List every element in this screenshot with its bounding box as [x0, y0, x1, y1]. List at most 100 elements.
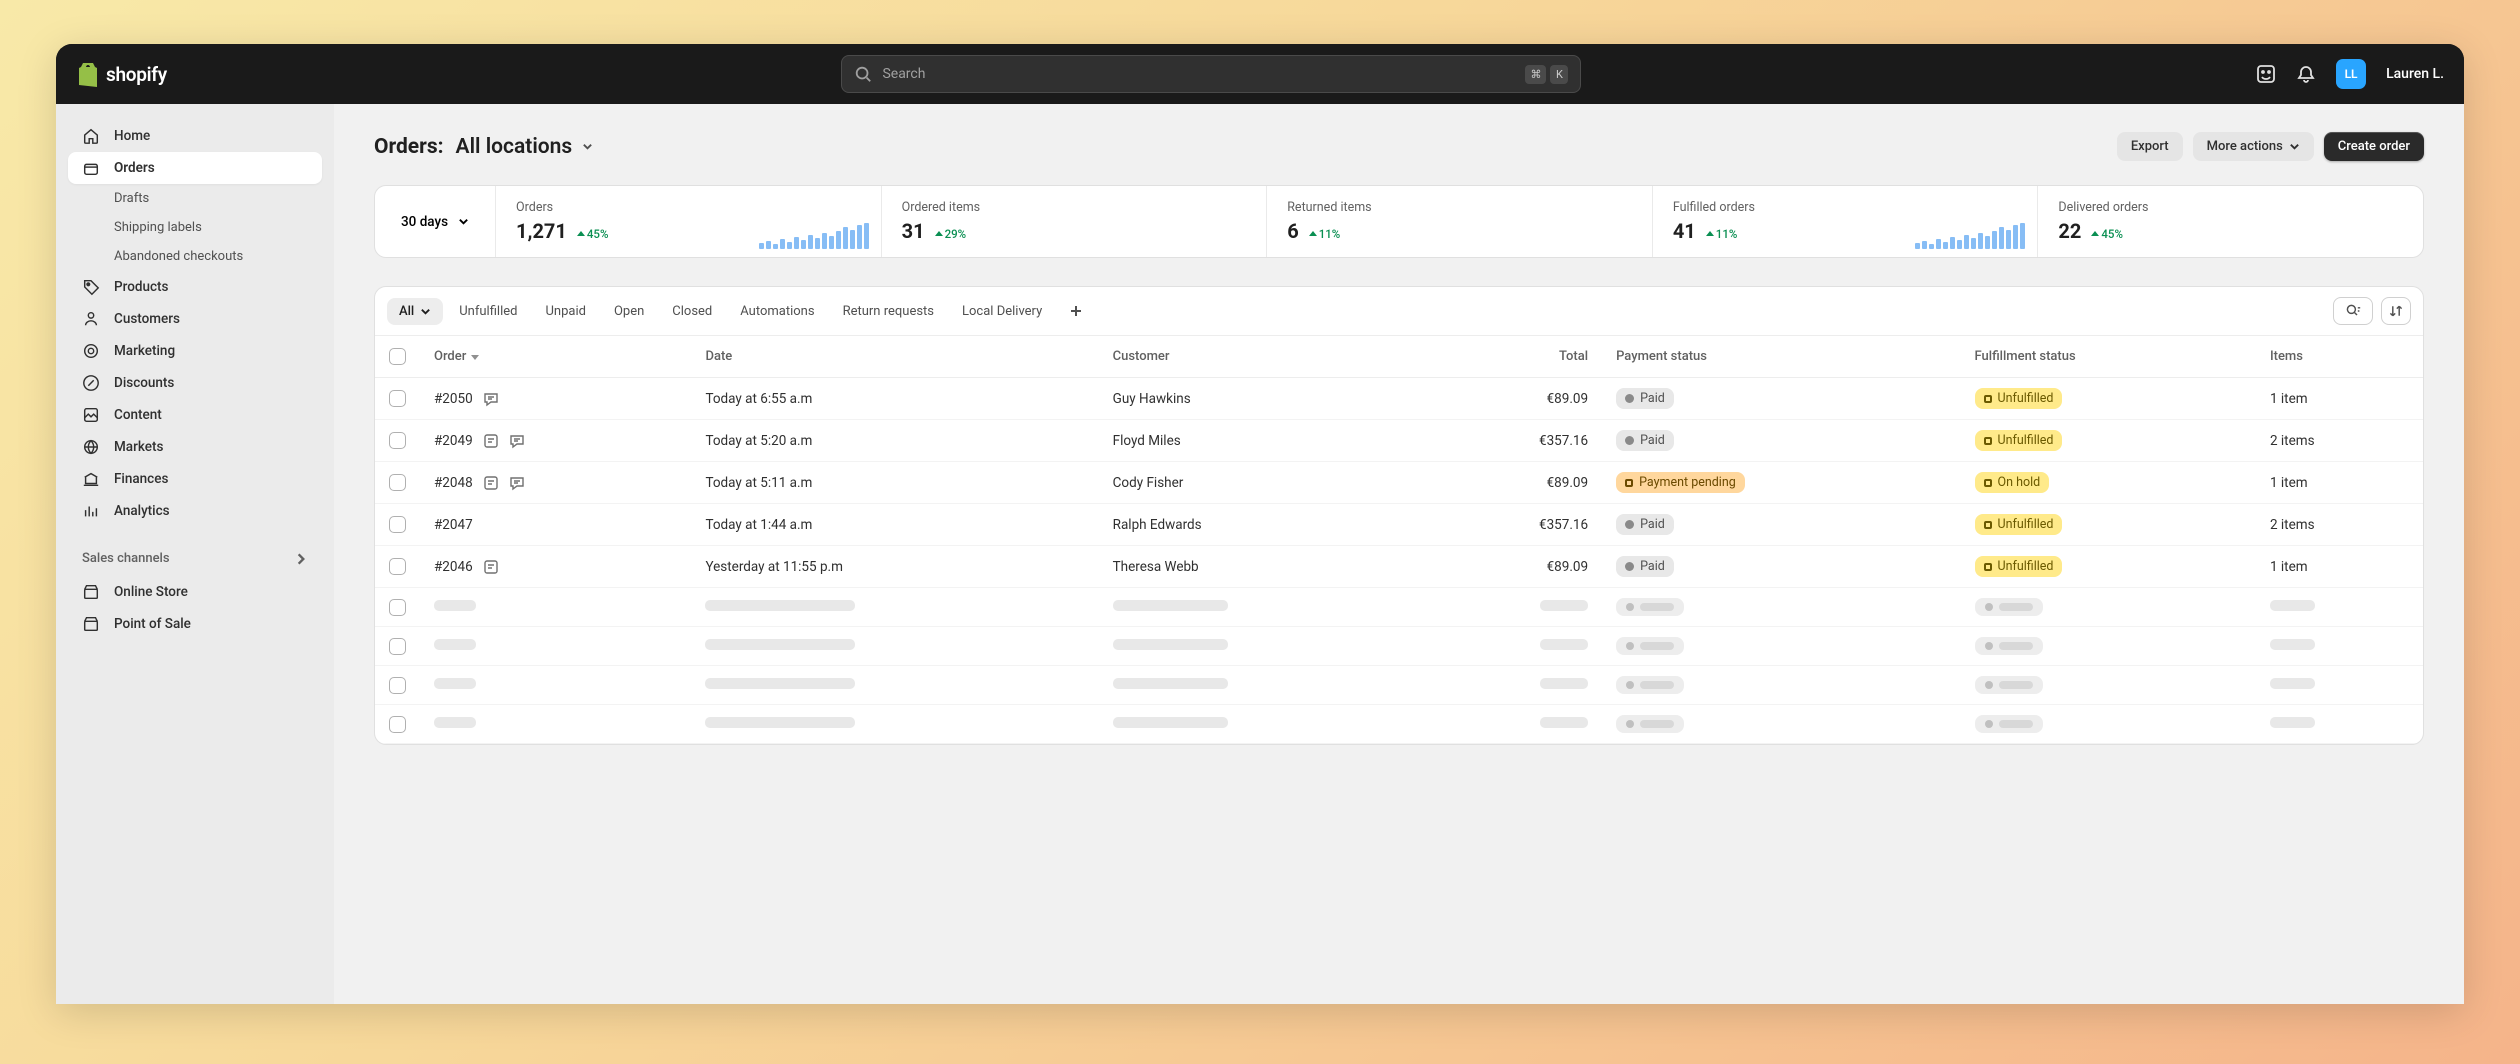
search-filter-button[interactable]	[2333, 297, 2373, 325]
table-row[interactable]: #2048 Today at 5:11 a.m Cody Fisher €89.…	[375, 462, 2423, 504]
location-selector[interactable]: All locations	[456, 135, 573, 159]
shopify-bag-icon	[76, 61, 100, 87]
search-input[interactable]: Search ⌘ K	[841, 55, 1581, 93]
home-icon	[82, 127, 100, 145]
col-items[interactable]: Items	[2256, 336, 2423, 378]
col-payment[interactable]: Payment status	[1602, 336, 1960, 378]
caret-up-icon	[1706, 230, 1714, 238]
col-fulfillment[interactable]: Fulfillment status	[1961, 336, 2256, 378]
table-row[interactable]: #2047 Today at 1:44 a.m Ralph Edwards €3…	[375, 504, 2423, 546]
row-checkbox[interactable]	[389, 558, 406, 575]
row-checkbox[interactable]	[389, 516, 406, 533]
store-icon	[82, 583, 100, 601]
nav-home[interactable]: Home	[68, 120, 322, 152]
add-view-button[interactable]	[1058, 299, 1094, 323]
order-total: €89.09	[1426, 378, 1602, 420]
nav-customers[interactable]: Customers	[68, 303, 322, 335]
row-checkbox[interactable]	[389, 599, 406, 616]
tab-closed[interactable]: Closed	[660, 298, 724, 325]
nav-sub-drafts[interactable]: Drafts	[68, 184, 322, 213]
brand-logo[interactable]: shopify	[76, 61, 167, 87]
tab-unpaid[interactable]: Unpaid	[533, 298, 597, 325]
nav-markets[interactable]: Markets	[68, 431, 322, 463]
username[interactable]: Lauren L.	[2386, 66, 2444, 82]
stat-change: 45%	[2091, 227, 2123, 241]
sales-channels-header[interactable]: Sales channels	[68, 527, 322, 576]
channel-online-store[interactable]: Online Store	[68, 576, 322, 608]
tab-automations[interactable]: Automations	[728, 298, 826, 325]
nav-sub-abandoned-checkouts[interactable]: Abandoned checkouts	[68, 242, 322, 271]
nav-content[interactable]: Content	[68, 399, 322, 431]
stat-change: 11%	[1706, 227, 1738, 241]
notifications-icon[interactable]	[2296, 64, 2316, 84]
stat-orders[interactable]: Orders 1,271 45%	[496, 186, 882, 257]
channel-label: Online Store	[114, 584, 188, 600]
note-icon	[483, 475, 499, 491]
stat-label: Fulfilled orders	[1673, 200, 2018, 215]
stat-ordered-items[interactable]: Ordered items 31 29%	[882, 186, 1268, 257]
stat-value: 6	[1287, 219, 1298, 243]
tab-open[interactable]: Open	[602, 298, 656, 325]
col-customer[interactable]: Customer	[1099, 336, 1426, 378]
item-count: 2 items	[2256, 420, 2423, 462]
avatar[interactable]: LL	[2336, 59, 2366, 89]
tab-local-delivery[interactable]: Local Delivery	[950, 298, 1054, 325]
tab-return-requests[interactable]: Return requests	[831, 298, 946, 325]
table-row[interactable]: #2049 Today at 5:20 a.m Floyd Miles €357…	[375, 420, 2423, 462]
order-date: Today at 6:55 a.m	[691, 378, 1098, 420]
nav-products[interactable]: Products	[68, 271, 322, 303]
stat-delivered-orders[interactable]: Delivered orders 22 45%	[2038, 186, 2423, 257]
order-number: #2046	[434, 559, 473, 575]
target-icon	[82, 342, 100, 360]
order-date: Today at 5:11 a.m	[691, 462, 1098, 504]
sort-button[interactable]	[2381, 297, 2411, 325]
chevron-down-icon	[458, 216, 469, 227]
stat-label: Returned items	[1287, 200, 1632, 215]
shortcut-mod: ⌘	[1525, 65, 1546, 84]
chat-icon	[483, 391, 499, 407]
nav-orders[interactable]: Orders	[68, 152, 322, 184]
row-checkbox[interactable]	[389, 638, 406, 655]
customer-name: Floyd Miles	[1099, 420, 1426, 462]
create-order-button[interactable]: Create order	[2324, 132, 2424, 161]
table-row[interactable]: #2050 Today at 6:55 a.m Guy Hawkins €89.…	[375, 378, 2423, 420]
nav-label: Products	[114, 279, 168, 295]
nav-finances[interactable]: Finances	[68, 463, 322, 495]
row-checkbox[interactable]	[389, 432, 406, 449]
nav-sub-shipping-labels[interactable]: Shipping labels	[68, 213, 322, 242]
nav-analytics[interactable]: Analytics	[68, 495, 322, 527]
row-checkbox[interactable]	[389, 716, 406, 733]
order-number: #2047	[434, 517, 473, 533]
table-row[interactable]: #2046 Yesterday at 11:55 p.m Theresa Web…	[375, 546, 2423, 588]
col-order[interactable]: Order	[434, 349, 466, 364]
export-button[interactable]: Export	[2117, 132, 2183, 161]
tab-unfulfilled[interactable]: Unfulfilled	[447, 298, 529, 325]
tab-all[interactable]: All	[387, 298, 443, 325]
more-actions-button[interactable]: More actions	[2193, 132, 2314, 161]
period-selector[interactable]: 30 days	[375, 186, 496, 257]
order-total: €357.16	[1426, 420, 1602, 462]
row-checkbox[interactable]	[389, 677, 406, 694]
channel-point-of-sale[interactable]: Point of Sale	[68, 608, 322, 640]
row-checkbox[interactable]	[389, 390, 406, 407]
nav-discounts[interactable]: Discounts	[68, 367, 322, 399]
discount-icon	[82, 374, 100, 392]
select-all-checkbox[interactable]	[389, 348, 406, 365]
stat-returned-items[interactable]: Returned items 6 11%	[1267, 186, 1653, 257]
stat-change: 29%	[935, 227, 967, 241]
caret-up-icon	[577, 230, 585, 238]
customer-name: Guy Hawkins	[1099, 378, 1426, 420]
row-checkbox[interactable]	[389, 474, 406, 491]
stat-fulfilled-orders[interactable]: Fulfilled orders 41 11%	[1653, 186, 2039, 257]
fulfillment-status-badge: Unfulfilled	[1975, 430, 2063, 451]
col-date[interactable]: Date	[691, 336, 1098, 378]
col-total[interactable]: Total	[1426, 336, 1602, 378]
fulfillment-status-badge: On hold	[1975, 472, 2050, 493]
search-icon	[854, 65, 872, 83]
fulfillment-status-badge: Unfulfilled	[1975, 388, 2063, 409]
item-count: 1 item	[2256, 462, 2423, 504]
stat-value: 31	[902, 219, 925, 243]
stat-change: 45%	[577, 227, 609, 241]
apps-icon[interactable]	[2256, 64, 2276, 84]
nav-marketing[interactable]: Marketing	[68, 335, 322, 367]
